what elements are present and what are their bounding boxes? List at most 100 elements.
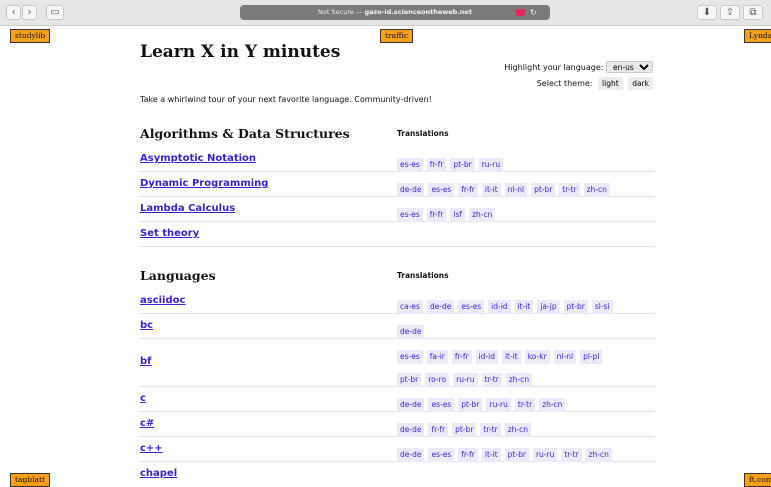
translation-line: de-de es-es fr-fr it-it nl-nl pt-br tr-tr zh-cn	[397, 177, 614, 197]
topic-link[interactable]: Asymptotic Notation	[140, 153, 256, 164]
translation-chip[interactable]: pt-br	[458, 398, 483, 412]
translation-chip[interactable]: zh-cn	[583, 183, 610, 197]
translation-chip[interactable]: ro-ro	[425, 373, 450, 387]
translation-chip[interactable]: tr-tr	[559, 183, 580, 197]
translation-chip[interactable]: pl-pl	[580, 350, 603, 364]
translation-chip[interactable]: es-es	[428, 183, 455, 197]
list-item: bc de-de	[140, 314, 655, 339]
list-item: asciidoc ca-es de-de es-es id-id it-it ja-jp pt…	[140, 289, 655, 314]
translation-chip[interactable]: zh-cn	[505, 373, 533, 387]
translation-chip[interactable]: fr-fr	[428, 423, 449, 437]
translation-chip[interactable]: ru-ru	[453, 373, 478, 387]
translation-chip[interactable]: nl-nl	[553, 350, 577, 364]
translation-chip[interactable]: de-de	[397, 325, 425, 339]
topic-link[interactable]: c	[140, 393, 146, 404]
translation-chip[interactable]: pt-br	[531, 183, 556, 197]
translation-chip[interactable]: tr-tr	[561, 448, 582, 462]
section-heading: Algorithms & Data Structures	[140, 126, 350, 141]
translation-chip[interactable]: fr-fr	[451, 350, 472, 364]
translation-chip[interactable]: fr-fr	[426, 208, 447, 222]
translation-chip[interactable]: nl-nl	[504, 183, 528, 197]
translation-chip[interactable]: tr-tr	[514, 398, 536, 412]
translation-chip[interactable]: es-es	[428, 398, 455, 412]
translation-chip[interactable]: ko-kr	[524, 350, 550, 364]
translation-chip[interactable]: zh-cn	[539, 398, 566, 412]
theme-dark-button[interactable]: dark	[628, 77, 653, 90]
translation-chip[interactable]: lsf	[450, 208, 466, 222]
back-icon[interactable]: ‹	[6, 5, 21, 20]
ad-tag-bottom-right[interactable]: ft.com	[744, 473, 771, 487]
translation-chip[interactable]: zh-cn	[504, 423, 531, 437]
translation-chip[interactable]: de-de	[397, 183, 425, 197]
topic-link[interactable]: asciidoc	[140, 295, 185, 306]
translation-chip[interactable]: id-id	[488, 300, 511, 314]
translation-chip[interactable]: ru-ru	[486, 398, 511, 412]
translation-chip[interactable]: sl-si	[591, 300, 613, 314]
sidebar-icon[interactable]: ▭	[46, 5, 64, 20]
reload-icon[interactable]: ↻	[530, 5, 537, 20]
translation-chip[interactable]: fr-fr	[458, 448, 478, 462]
ad-tag-top-center[interactable]: traffic	[380, 29, 413, 43]
translation-chip[interactable]: de-de	[397, 398, 425, 412]
translation-line: es-es fa-ir fr-fr id-id it-it ko-kr nl-nl pl-pl	[397, 344, 606, 364]
translation-line: pt-br ro-ro ru-ru tr-tr zh-cn	[397, 367, 536, 387]
translation-line: de-de es-es fr-fr it-it pt-br ru-ru tr-tr zh-cn	[397, 442, 616, 462]
translation-chip[interactable]: pt-br	[563, 300, 588, 314]
address-bar[interactable]: Not Secure — gaze-id.scienceontheweb.net…	[240, 5, 550, 20]
topic-link[interactable]: Dynamic Programming	[140, 178, 268, 189]
translation-line: ca-es de-de es-es id-id it-it ja-jp pt-br sl-si	[397, 294, 617, 314]
topic-link[interactable]: c#	[140, 418, 154, 429]
translation-chip[interactable]: tr-tr	[480, 423, 501, 437]
topic-link[interactable]: Set theory	[140, 228, 199, 239]
theme-light-button[interactable]: light	[598, 77, 623, 90]
translation-chip[interactable]: ru-ru	[478, 158, 504, 172]
translation-chip[interactable]: zh-cn	[585, 448, 612, 462]
translation-chip[interactable]: tr-tr	[481, 373, 502, 387]
translation-chip[interactable]: ru-ru	[532, 448, 558, 462]
language-select[interactable]: en-us	[606, 61, 653, 73]
intro-text: Take a whirlwind tour of your next favor…	[140, 95, 432, 104]
translation-chip[interactable]: zh-cn	[469, 208, 496, 222]
address-host: gaze-id.scienceontheweb.net	[364, 8, 472, 16]
translation-chip[interactable]: fa-ir	[426, 350, 448, 364]
translation-chip[interactable]: fr-fr	[458, 183, 478, 197]
translation-chip[interactable]: ca-es	[397, 300, 423, 314]
list-item: Dynamic Programming de-de es-es fr-fr it-it n…	[140, 172, 655, 197]
share-icon[interactable]: ⇪	[720, 5, 740, 20]
tabs-icon[interactable]: ⧉	[743, 5, 763, 20]
page-title: Learn X in Y minutes	[140, 42, 341, 62]
translation-chip[interactable]: es-es	[397, 208, 423, 222]
ad-tag-top-left[interactable]: studylib	[10, 29, 51, 43]
translation-chip[interactable]: ja-jp	[537, 300, 560, 314]
translation-chip[interactable]: id-id	[475, 350, 498, 364]
translation-chip[interactable]: es-es	[428, 448, 455, 462]
translation-chip[interactable]: es-es	[397, 350, 423, 364]
translation-chip[interactable]: pt-br	[452, 423, 477, 437]
translation-line: de-de fr-fr pt-br tr-tr zh-cn	[397, 417, 535, 437]
topic-link[interactable]: bf	[140, 356, 152, 367]
translation-chip[interactable]: it-it	[501, 350, 521, 364]
ad-tag-top-right[interactable]: Lynda	[744, 29, 771, 43]
section-heading: Languages	[140, 268, 216, 283]
topic-link[interactable]: c++	[140, 443, 163, 454]
translation-chip[interactable]: pt-br	[397, 373, 422, 387]
translation-chip[interactable]: de-de	[397, 423, 425, 437]
translation-chip[interactable]: it-it	[514, 300, 534, 314]
translation-chip[interactable]: de-de	[397, 448, 425, 462]
translation-chip[interactable]: pt-br	[450, 158, 475, 172]
list-item: Set theory	[140, 222, 655, 247]
translation-chip[interactable]: es-es	[397, 158, 423, 172]
forward-icon[interactable]: ›	[22, 5, 37, 20]
download-icon[interactable]: ⬇	[697, 5, 717, 20]
translation-chip[interactable]: de-de	[426, 300, 455, 314]
topic-link[interactable]: Lambda Calculus	[140, 203, 235, 214]
translation-chip[interactable]: fr-fr	[426, 158, 447, 172]
theme-label: Select theme:	[536, 79, 593, 88]
topic-link[interactable]: bc	[140, 320, 153, 331]
topic-link[interactable]: chapel	[140, 468, 177, 479]
translation-chip[interactable]: pt-br	[504, 448, 529, 462]
ad-tag-bottom-left[interactable]: tagblatt	[10, 473, 50, 487]
translation-chip[interactable]: it-it	[481, 183, 501, 197]
translation-chip[interactable]: it-it	[481, 448, 501, 462]
translation-chip[interactable]: es-es	[458, 300, 485, 314]
